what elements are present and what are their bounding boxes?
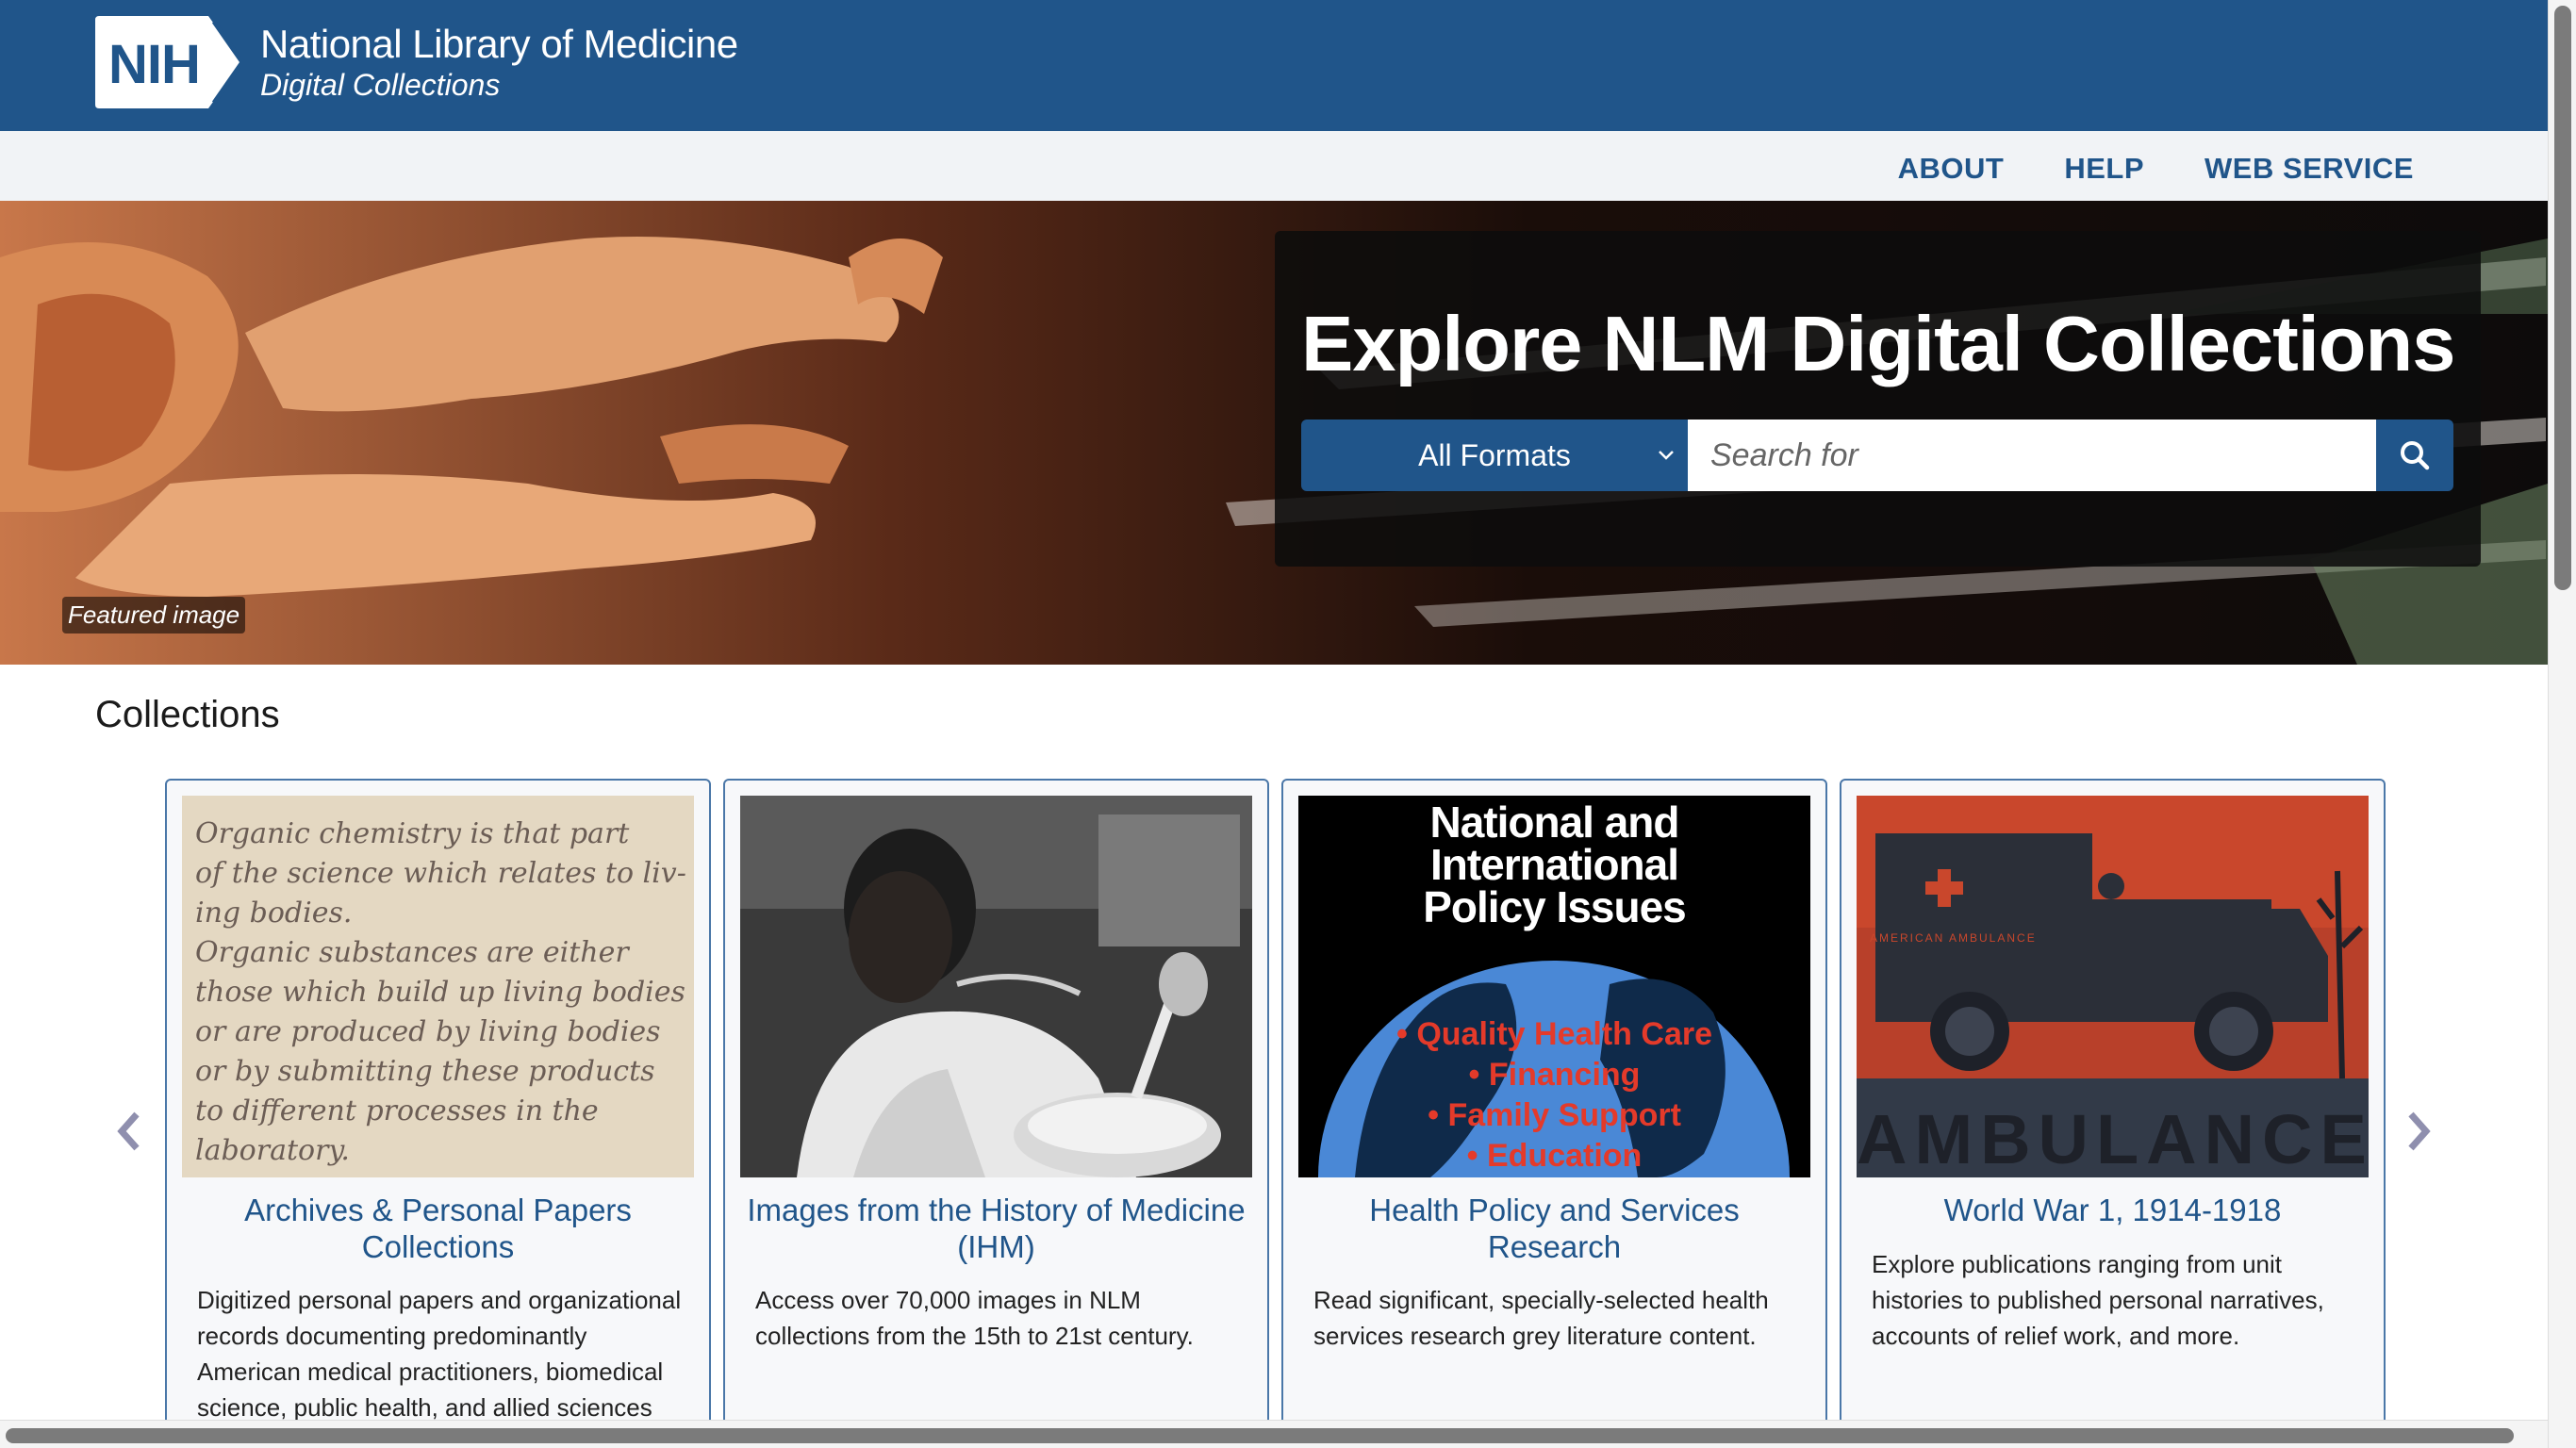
card-image: National and International Policy Issues…	[1298, 796, 1810, 1177]
hero-title: Explore NLM Digital Collections	[1301, 300, 2455, 387]
hero-banner: Featured image Explore NLM Digital Colle…	[0, 201, 2548, 665]
nav-web-service-link[interactable]: WEB SERVICE	[2204, 152, 2414, 186]
site-logo[interactable]: NIH National Library of Medicine Digital…	[95, 15, 738, 109]
site-header: NIH National Library of Medicine Digital…	[0, 0, 2548, 131]
poster-items: • Quality Health Care • Financing • Fami…	[1395, 1016, 1712, 1174]
card-image	[740, 796, 1252, 1177]
card-description: Digitized personal papers and organizati…	[197, 1286, 682, 1422]
card-description: Read significant, specially-selected hea…	[1313, 1286, 1769, 1350]
card-image: Organic chemistry is that part of the sc…	[182, 796, 694, 1177]
horizontal-scrollbar-thumb[interactable]	[6, 1428, 2514, 1443]
collection-card-health-policy[interactable]: National and International Policy Issues…	[1281, 779, 1827, 1448]
search-button[interactable]	[2376, 420, 2453, 491]
vertical-scrollbar[interactable]	[2548, 0, 2576, 1448]
poster-small-text: AMERICAN AMBULANCE	[1870, 931, 2037, 945]
featured-image-badge: Featured image	[62, 597, 246, 634]
nih-logo-mark: NIH	[95, 16, 241, 108]
card-title[interactable]: Health Policy and Services Research	[1302, 1192, 1807, 1265]
card-title[interactable]: Images from the History of Medicine (IHM…	[744, 1192, 1248, 1265]
top-nav: ABOUT HELP WEB SERVICE	[0, 131, 2548, 201]
search-icon	[2401, 441, 2430, 470]
carousel-next-button[interactable]	[2401, 1103, 2438, 1160]
card-title[interactable]: Archives & Personal Papers Collections	[186, 1192, 690, 1265]
site-title: National Library of Medicine	[260, 22, 738, 66]
search-input[interactable]	[1688, 420, 2376, 491]
collection-card-archives[interactable]: Organic chemistry is that part of the sc…	[165, 779, 711, 1448]
collection-card-ihm[interactable]: Images from the History of Medicine (IHM…	[723, 779, 1269, 1448]
format-select[interactable]: All Formats	[1301, 420, 1688, 491]
chevron-down-icon	[1659, 451, 1674, 460]
vertical-scrollbar-thumb[interactable]	[2554, 6, 2571, 590]
format-select-value: All Formats	[1418, 437, 1571, 472]
site-subtitle: Digital Collections	[260, 68, 501, 102]
chevron-left-icon	[117, 1111, 140, 1151]
chevron-right-icon	[2408, 1111, 2431, 1151]
card-title[interactable]: World War 1, 1914-1918	[1860, 1192, 2365, 1228]
nav-about-link[interactable]: ABOUT	[1898, 152, 2005, 186]
carousel-prev-button[interactable]	[109, 1103, 147, 1160]
poster-title: National and International Policy Issues	[1423, 798, 1687, 931]
search-panel: Explore NLM Digital Collections All Form…	[1275, 231, 2481, 567]
card-description: Access over 70,000 images in NLM collect…	[755, 1286, 1194, 1350]
collections-heading: Collections	[95, 694, 280, 735]
poster-text: AMBULANCE	[1857, 1100, 2369, 1177]
card-description: Explore publications ranging from unit h…	[1872, 1250, 2324, 1350]
handwritten-text: Organic chemistry is that part of the sc…	[195, 817, 686, 1167]
card-image: AMERICAN AMBULANCE AMBULANCE	[1857, 796, 2369, 1177]
collection-card-wwi[interactable]: AMERICAN AMBULANCE AMBULANCE World War 1…	[1840, 779, 2386, 1448]
nav-help-link[interactable]: HELP	[2064, 152, 2144, 186]
horizontal-scrollbar[interactable]	[0, 1420, 2548, 1448]
